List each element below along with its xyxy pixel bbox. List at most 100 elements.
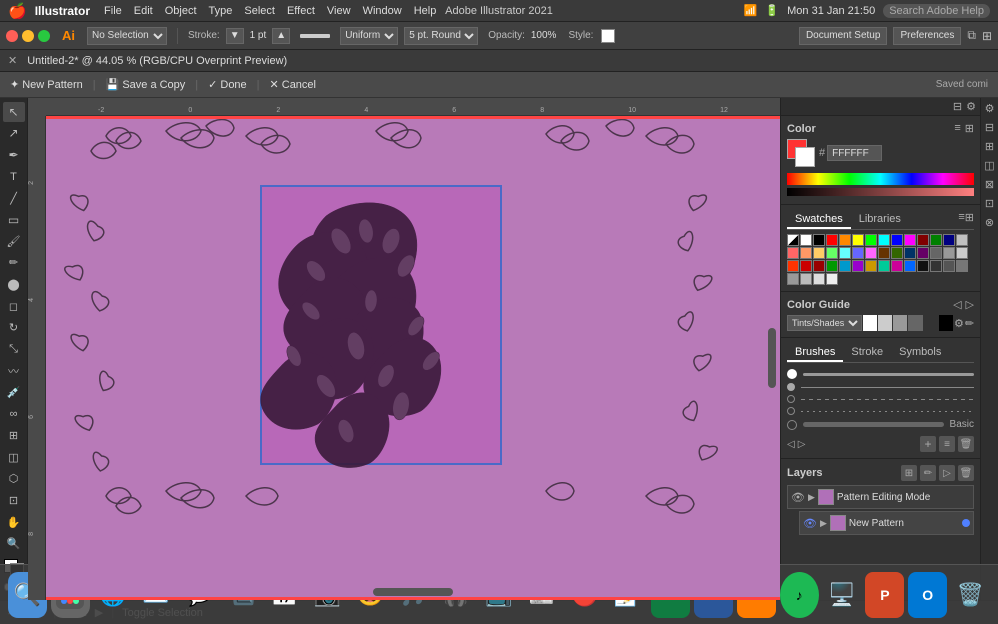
document-setup-button[interactable]: Document Setup — [799, 27, 888, 45]
gradient-tool[interactable]: ◫ — [3, 448, 25, 468]
brush-forward-icon[interactable]: ▷ — [798, 439, 806, 450]
menu-object[interactable]: Object — [165, 5, 197, 17]
pencil-tool[interactable]: ✏ — [3, 253, 25, 273]
line-tool[interactable]: ╱ — [3, 188, 25, 208]
swatch-purple[interactable] — [917, 247, 929, 259]
guide-swatch-light[interactable] — [878, 315, 892, 331]
swatch-light-green[interactable] — [826, 247, 838, 259]
guide-left-arrow[interactable]: ◁ — [953, 298, 961, 311]
guide-swatch-black[interactable] — [939, 315, 953, 331]
guide-settings-icon[interactable]: ⚙ — [954, 317, 964, 330]
panel-arrange-icon[interactable]: ⊠ — [985, 178, 994, 191]
brush-options-icon[interactable]: ≡ — [939, 436, 955, 452]
guide-swatch-mid[interactable] — [893, 315, 907, 331]
swatch-raspberry[interactable] — [891, 260, 903, 272]
swatch-green2[interactable] — [826, 260, 838, 272]
color-grid-icon[interactable]: ⊞ — [965, 122, 974, 135]
layer-pattern-editing-mode[interactable]: 👁 ▶ Pattern Editing Mode — [787, 485, 974, 509]
layer-new-pattern[interactable]: 👁 ▶ New Pattern — [799, 511, 974, 535]
blend-tool[interactable]: ∞ — [3, 404, 25, 424]
rectangle-tool[interactable]: ▭ — [3, 210, 25, 230]
menu-effect[interactable]: Effect — [287, 5, 315, 17]
preferences-button[interactable]: Preferences — [893, 27, 961, 45]
panel-view-icon[interactable]: ◫ — [984, 159, 994, 172]
close-window-button[interactable] — [6, 30, 18, 42]
swatch-dark-crimson[interactable] — [800, 260, 812, 272]
swatch-light-cyan[interactable] — [839, 247, 851, 259]
swatch-dark-green[interactable] — [930, 234, 942, 246]
swatch-black[interactable] — [813, 234, 825, 246]
swatch-brown[interactable] — [878, 247, 890, 259]
swatch-yellow[interactable] — [852, 234, 864, 246]
panel-expand-icon[interactable]: ⊞ — [985, 140, 994, 153]
menu-type[interactable]: Type — [209, 5, 233, 17]
transform-icon[interactable]: ⊞ — [982, 29, 992, 43]
rotate-tool[interactable]: ↻ — [3, 318, 25, 338]
dock-trash[interactable]: 🗑️ — [951, 572, 990, 618]
layers-menu-icon[interactable]: ▷ — [939, 465, 955, 481]
swatch-white[interactable] — [800, 234, 812, 246]
swatch-lighter-gray[interactable] — [956, 247, 968, 259]
swatch-light-red[interactable] — [787, 247, 799, 259]
direct-selection-tool[interactable]: ↗ — [3, 124, 25, 144]
swatch-dark-gray[interactable] — [930, 260, 942, 272]
swatch-royal-blue[interactable] — [904, 260, 916, 272]
canvas-inner[interactable] — [46, 116, 780, 600]
panel-collapse-icon-2[interactable]: ⊟ — [985, 121, 994, 134]
panel-settings-icon[interactable]: ⚙ — [966, 100, 976, 113]
layer-2-eye-icon[interactable]: 👁 — [803, 517, 817, 530]
swatch-magenta[interactable] — [904, 234, 916, 246]
swatch-periwinkle[interactable] — [852, 247, 864, 259]
tab-symbols[interactable]: Symbols — [891, 344, 949, 362]
selection-tool[interactable]: ↖ — [3, 102, 25, 122]
tab-brushes[interactable]: Brushes — [787, 344, 843, 362]
brush-item-4[interactable] — [787, 405, 974, 417]
panel-collapse-icon[interactable]: ⊟ — [953, 100, 962, 113]
swatch-orange[interactable] — [839, 234, 851, 246]
blob-brush-tool[interactable]: ⬤ — [3, 275, 25, 295]
hand-tool[interactable]: ✋ — [3, 512, 25, 532]
stroke-type-dropdown[interactable]: Uniform — [340, 27, 398, 45]
dock-teamviewer[interactable]: 🖥️ — [823, 572, 862, 618]
maximize-window-button[interactable] — [38, 30, 50, 42]
menu-select[interactable]: Select — [244, 5, 275, 17]
layer-1-eye-icon[interactable]: 👁 — [791, 491, 805, 504]
swatch-gray3[interactable] — [787, 273, 799, 285]
cap-style-dropdown[interactable]: 5 pt. Round — [404, 27, 478, 45]
fg-bg-indicator[interactable] — [787, 139, 815, 167]
swatch-green[interactable] — [865, 234, 877, 246]
swatch-dark-red[interactable] — [917, 234, 929, 246]
vertical-scrollbar[interactable] — [768, 328, 776, 388]
swatch-peach[interactable] — [800, 247, 812, 259]
artboard-tool[interactable]: ⊡ — [3, 491, 25, 511]
swatch-teal[interactable] — [839, 260, 851, 272]
swatch-gray2[interactable] — [956, 260, 968, 272]
warp-tool[interactable]: 〰 — [3, 361, 25, 381]
swatch-blue[interactable] — [891, 234, 903, 246]
swatch-silver[interactable] — [956, 234, 968, 246]
swatch-gray5[interactable] — [813, 273, 825, 285]
arrange-icon[interactable]: ⧉ — [967, 28, 976, 43]
brush-back-icon[interactable]: ◁ — [787, 439, 795, 450]
eyedropper-tool[interactable]: 💉 — [3, 383, 25, 403]
brush-item-3[interactable] — [787, 393, 974, 405]
stroke-weight-increase[interactable]: ▲ — [272, 28, 290, 44]
dock-outlook[interactable]: O — [908, 572, 947, 618]
new-pattern-button[interactable]: ✦ New Pattern — [10, 78, 83, 91]
tab-libraries[interactable]: Libraries — [851, 211, 909, 229]
doc-close-button[interactable]: ✕ — [8, 54, 17, 67]
cancel-button[interactable]: ✕ Cancel — [270, 78, 316, 91]
panel-settings-icon-2[interactable]: ⚙ — [985, 102, 995, 115]
swatch-red[interactable] — [826, 234, 838, 246]
brush-delete-icon[interactable]: 🗑 — [958, 436, 974, 452]
swatch-gold[interactable] — [813, 247, 825, 259]
brush-item-2[interactable] — [787, 381, 974, 393]
swatch-cyan[interactable] — [878, 234, 890, 246]
swatch-crimson[interactable] — [787, 260, 799, 272]
swatch-med-gray[interactable] — [943, 260, 955, 272]
menu-file[interactable]: File — [104, 5, 122, 17]
done-button[interactable]: ✓ Done — [208, 78, 247, 91]
brush-item-5[interactable]: Basic — [787, 417, 974, 432]
stroke-weight-decrease[interactable]: ▼ — [226, 28, 244, 44]
dock-powerpoint[interactable]: P — [865, 572, 904, 618]
